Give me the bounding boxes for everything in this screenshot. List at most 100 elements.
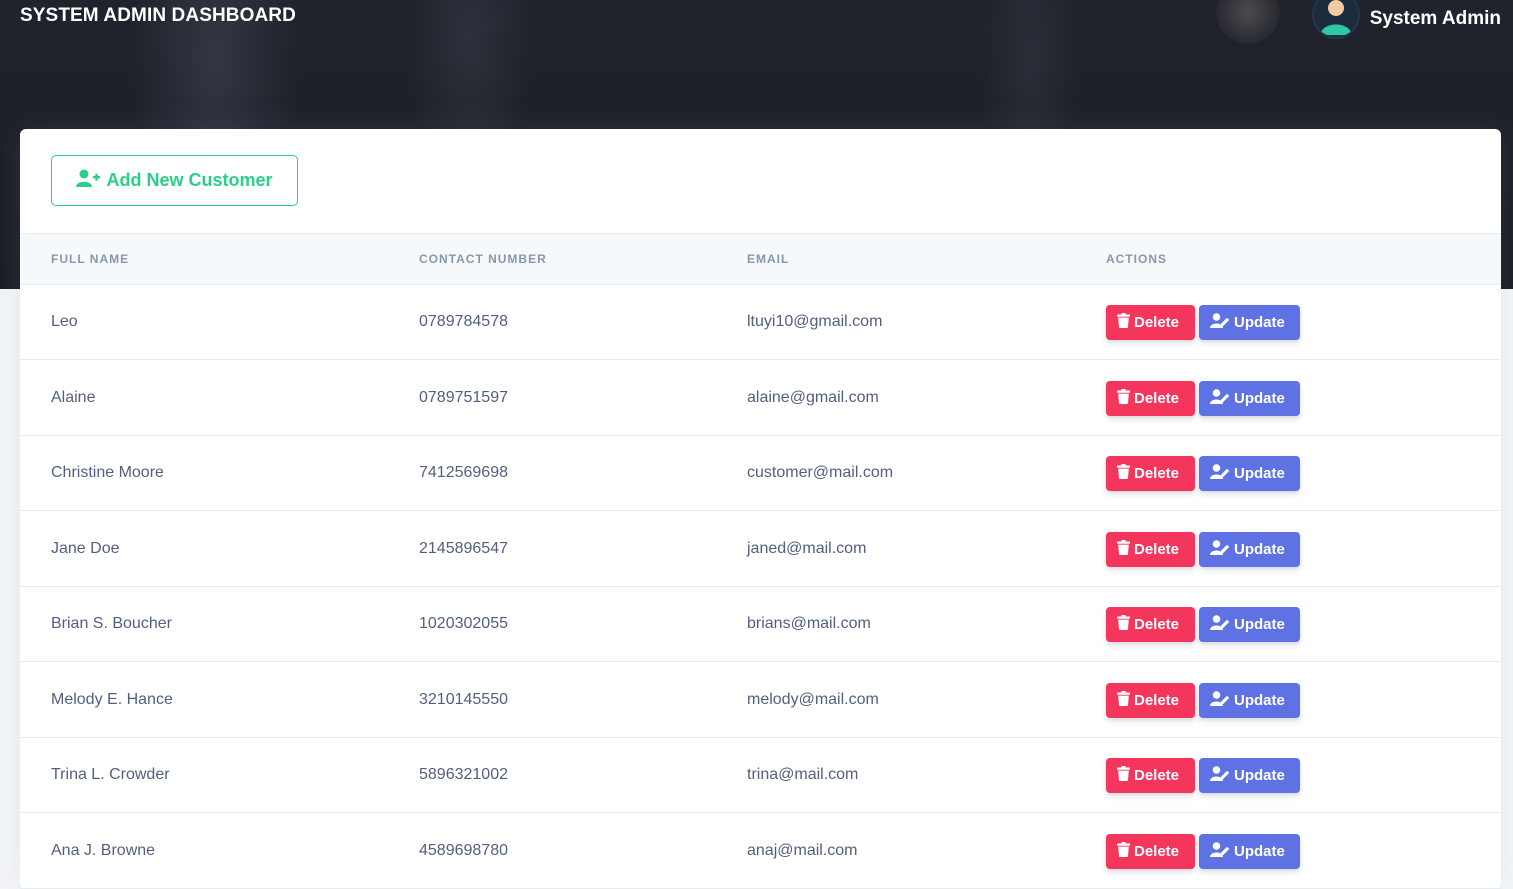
trash-icon: [1117, 539, 1130, 559]
delete-button[interactable]: Delete: [1106, 380, 1195, 416]
delete-button[interactable]: Delete: [1106, 531, 1195, 567]
user-name: System Admin: [1369, 8, 1501, 29]
cell-email: trina@mail.com: [747, 766, 859, 783]
table-row: Melody E. Hance 3210145550 melody@mail.c…: [20, 663, 1501, 738]
table-row: Jane Doe 2145896547 janed@mail.com Delet…: [20, 512, 1501, 587]
table-row: Trina L. Crowder 5896321002 trina@mail.c…: [20, 738, 1501, 813]
page-title: SYSTEM ADMIN DASHBOARD: [20, 5, 296, 26]
trash-icon: [1117, 313, 1130, 332]
update-label: Update: [1234, 767, 1285, 784]
table-row: Brian S. Boucher 1020302055 brians@mail.…: [20, 587, 1501, 662]
row-actions: Delete Update: [1106, 758, 1300, 793]
delete-button[interactable]: Delete: [1106, 682, 1195, 718]
delete-label: Delete: [1134, 465, 1180, 482]
delete-label: Delete: [1134, 842, 1180, 860]
update-button[interactable]: Update: [1199, 380, 1300, 416]
user-edit-icon: [1210, 690, 1230, 710]
update-label: Update: [1234, 842, 1285, 860]
cell-full-name: Brian S. Boucher: [51, 615, 172, 632]
delete-button[interactable]: Delete: [1106, 758, 1195, 793]
cell-contact-number: 0789751597: [419, 388, 508, 406]
delete-label: Delete: [1134, 389, 1180, 407]
add-customer-label: Add New Customer: [106, 170, 273, 190]
avatar[interactable]: [1311, 0, 1360, 39]
update-label: Update: [1234, 540, 1285, 558]
user-edit-icon: [1210, 841, 1230, 861]
update-button[interactable]: Update: [1199, 456, 1300, 491]
cell-full-name: Christine Moore: [51, 464, 164, 481]
row-actions: Delete Update: [1106, 456, 1300, 491]
cell-contact-number: 3210145550: [419, 690, 508, 708]
row-actions: Delete Update: [1106, 833, 1300, 869]
cell-full-name: Alaine: [51, 388, 96, 406]
update-label: Update: [1234, 465, 1285, 482]
trash-icon: [1117, 388, 1130, 408]
update-label: Update: [1234, 616, 1285, 633]
delete-label: Delete: [1134, 540, 1180, 558]
user-edit-icon: [1210, 615, 1230, 634]
trash-icon: [1117, 615, 1130, 634]
update-button[interactable]: Update: [1199, 531, 1300, 567]
row-actions: Delete Update: [1106, 305, 1300, 340]
row-actions: Delete Update: [1106, 682, 1300, 718]
user-edit-icon: [1210, 766, 1230, 785]
cell-email: customer@mail.com: [747, 464, 894, 481]
column-header-actions: ACTIONS: [1106, 252, 1167, 266]
cell-contact-number: 5896321002: [419, 766, 508, 783]
cell-email: janed@mail.com: [747, 539, 867, 557]
background-decoration: [1216, 0, 1280, 44]
cell-full-name: Melody E. Hance: [51, 690, 173, 708]
trash-icon: [1117, 766, 1130, 785]
delete-button[interactable]: Delete: [1106, 607, 1195, 642]
update-label: Update: [1234, 389, 1285, 407]
update-button[interactable]: Update: [1199, 758, 1300, 793]
delete-label: Delete: [1134, 767, 1180, 784]
user-edit-icon: [1210, 388, 1230, 408]
user-menu[interactable]: System Admin: [1311, 0, 1501, 39]
update-button[interactable]: Update: [1199, 833, 1300, 869]
cell-contact-number: 0789784578: [419, 313, 508, 330]
column-header-contact[interactable]: CONTACT NUMBER: [419, 234, 547, 284]
cell-email: alaine@gmail.com: [747, 388, 879, 406]
add-customer-button[interactable]: Add New Customer: [51, 155, 298, 206]
table-row: Leo 0789784578 ltuyi10@gmail.com Delete: [20, 285, 1501, 360]
cell-email: ltuyi10@gmail.com: [747, 313, 883, 330]
column-header-full-name[interactable]: FULL NAME: [51, 234, 129, 284]
cell-full-name: Trina L. Crowder: [51, 766, 170, 783]
row-actions: Delete Update: [1106, 607, 1300, 642]
delete-label: Delete: [1134, 314, 1180, 331]
cell-email: brians@mail.com: [747, 615, 871, 632]
delete-label: Delete: [1134, 691, 1180, 709]
customers-card: Add New Customer FULL NAME CONTACT NUMBE…: [20, 129, 1501, 889]
trash-icon: [1117, 841, 1130, 861]
table-row: Alaine 0789751597 alaine@gmail.com Delet…: [20, 361, 1501, 436]
trash-icon: [1117, 690, 1130, 710]
update-button[interactable]: Update: [1199, 305, 1300, 340]
cell-full-name: Leo: [51, 313, 78, 330]
cell-contact-number: 2145896547: [419, 539, 508, 557]
update-label: Update: [1234, 314, 1285, 331]
update-button[interactable]: Update: [1199, 682, 1300, 718]
trash-icon: [1117, 464, 1130, 483]
cell-full-name: Jane Doe: [51, 539, 120, 557]
update-button[interactable]: Update: [1199, 607, 1300, 642]
cell-contact-number: 4589698780: [419, 841, 508, 859]
delete-button[interactable]: Delete: [1106, 456, 1195, 491]
table-row: Ana J. Browne 4589698780 anaj@mail.com D…: [20, 814, 1501, 889]
column-header-email[interactable]: EMAIL: [747, 234, 789, 284]
delete-button[interactable]: Delete: [1106, 305, 1195, 340]
cell-email: anaj@mail.com: [747, 841, 858, 859]
table-header: FULL NAME CONTACT NUMBER EMAIL ACTIONS: [20, 233, 1501, 285]
user-plus-icon: [76, 169, 101, 192]
user-avatar-icon: [1319, 0, 1352, 35]
cell-contact-number: 7412569698: [419, 464, 508, 481]
user-edit-icon: [1210, 464, 1230, 483]
user-edit-icon: [1210, 539, 1230, 559]
update-label: Update: [1234, 691, 1285, 709]
table-row: Christine Moore 7412569698 customer@mail…: [20, 436, 1501, 511]
delete-button[interactable]: Delete: [1106, 833, 1195, 869]
row-actions: Delete Update: [1106, 380, 1300, 416]
cell-email: melody@mail.com: [747, 690, 879, 708]
row-actions: Delete Update: [1106, 531, 1300, 567]
cell-full-name: Ana J. Browne: [51, 841, 156, 859]
